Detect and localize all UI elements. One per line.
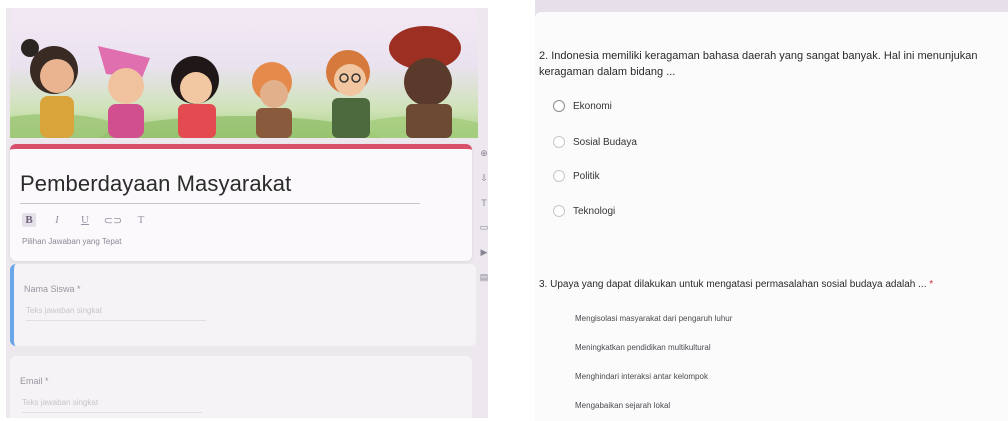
short-answer-hint: Teks jawaban singkat <box>22 398 99 407</box>
question-3-text: 3. Upaya yang dapat dilakukan untuk meng… <box>539 279 1008 290</box>
option-meningkatkan[interactable]: Meningkatkan pendidikan multikultural <box>575 343 711 352</box>
option-sosial-budaya[interactable]: Sosial Budaya <box>553 136 637 148</box>
radio-button[interactable] <box>553 136 565 148</box>
header-banner-image <box>10 8 478 138</box>
add-video-icon[interactable]: ▶ <box>481 247 488 258</box>
underline-button[interactable]: U <box>78 213 92 227</box>
form-description[interactable]: Pilihan Jawaban yang Tepat <box>22 237 121 246</box>
required-asterisk: * <box>929 279 934 290</box>
answer-underline <box>22 412 202 413</box>
question-2-line-2: keragaman dalam bidang ... <box>539 66 676 78</box>
floating-toolbar: ⊕ ⇩ T ▭ ▶ ▤ <box>478 148 488 298</box>
question-2-line-1: 2. Indonesia memiliki keragaman bahasa d… <box>539 50 978 62</box>
option-label: Ekonomi <box>573 100 612 112</box>
option-label: Teknologi <box>573 205 616 217</box>
option-teknologi[interactable]: Teknologi <box>553 205 615 217</box>
question-card-name[interactable]: Nama Siswa * Teks jawaban singkat <box>10 264 476 346</box>
quiz-questions-photo: 2. Indonesia memiliki keragaman bahasa d… <box>535 0 1008 421</box>
form-title-card: Pemberdayaan Masyarakat B I U ⊂⊃ T Pilih… <box>10 144 472 261</box>
answer-underline <box>26 320 206 321</box>
italic-button[interactable]: I <box>50 213 64 227</box>
question-card-email[interactable]: Email * Teks jawaban singkat <box>10 356 472 418</box>
form-editor-photo: Pemberdayaan Masyarakat B I U ⊂⊃ T Pilih… <box>6 8 488 418</box>
option-ekonomi[interactable]: Ekonomi <box>553 100 612 112</box>
title-underline <box>20 203 420 204</box>
form-title[interactable]: Pemberdayaan Masyarakat <box>20 171 291 197</box>
radio-button[interactable] <box>553 170 565 182</box>
question-2-text: 2. Indonesia memiliki keragaman bahasa d… <box>539 48 1008 80</box>
radio-button[interactable] <box>553 100 565 112</box>
option-mengabaikan[interactable]: Mengabaikan sejarah lokal <box>575 401 670 410</box>
option-mengisolasi[interactable]: Mengisolasi masyarakat dari pengaruh luh… <box>575 314 732 323</box>
question-label-name: Nama Siswa * <box>24 284 81 294</box>
question-label-email: Email * <box>20 376 49 386</box>
bold-button[interactable]: B <box>22 213 36 227</box>
option-menghindari[interactable]: Menghindari interaksi antar kelompok <box>575 372 708 381</box>
add-title-icon[interactable]: T <box>481 198 487 208</box>
add-question-icon[interactable]: ⊕ <box>480 148 488 159</box>
add-section-icon[interactable]: ▤ <box>480 272 488 283</box>
radio-button[interactable] <box>553 205 565 217</box>
option-label: Politik <box>573 170 600 182</box>
import-questions-icon[interactable]: ⇩ <box>480 173 488 184</box>
add-image-icon[interactable]: ▭ <box>480 222 488 233</box>
text-format-toolbar: B I U ⊂⊃ T <box>22 213 148 227</box>
clear-format-button[interactable]: T <box>134 213 148 227</box>
link-button[interactable]: ⊂⊃ <box>104 213 122 227</box>
cartoon-children-illustration <box>10 26 478 138</box>
short-answer-hint: Teks jawaban singkat <box>26 306 103 315</box>
option-label: Sosial Budaya <box>573 136 637 148</box>
question-3-label: 3. Upaya yang dapat dilakukan untuk meng… <box>539 279 927 290</box>
questions-card: 2. Indonesia memiliki keragaman bahasa d… <box>535 12 1008 421</box>
option-politik[interactable]: Politik <box>553 170 600 182</box>
